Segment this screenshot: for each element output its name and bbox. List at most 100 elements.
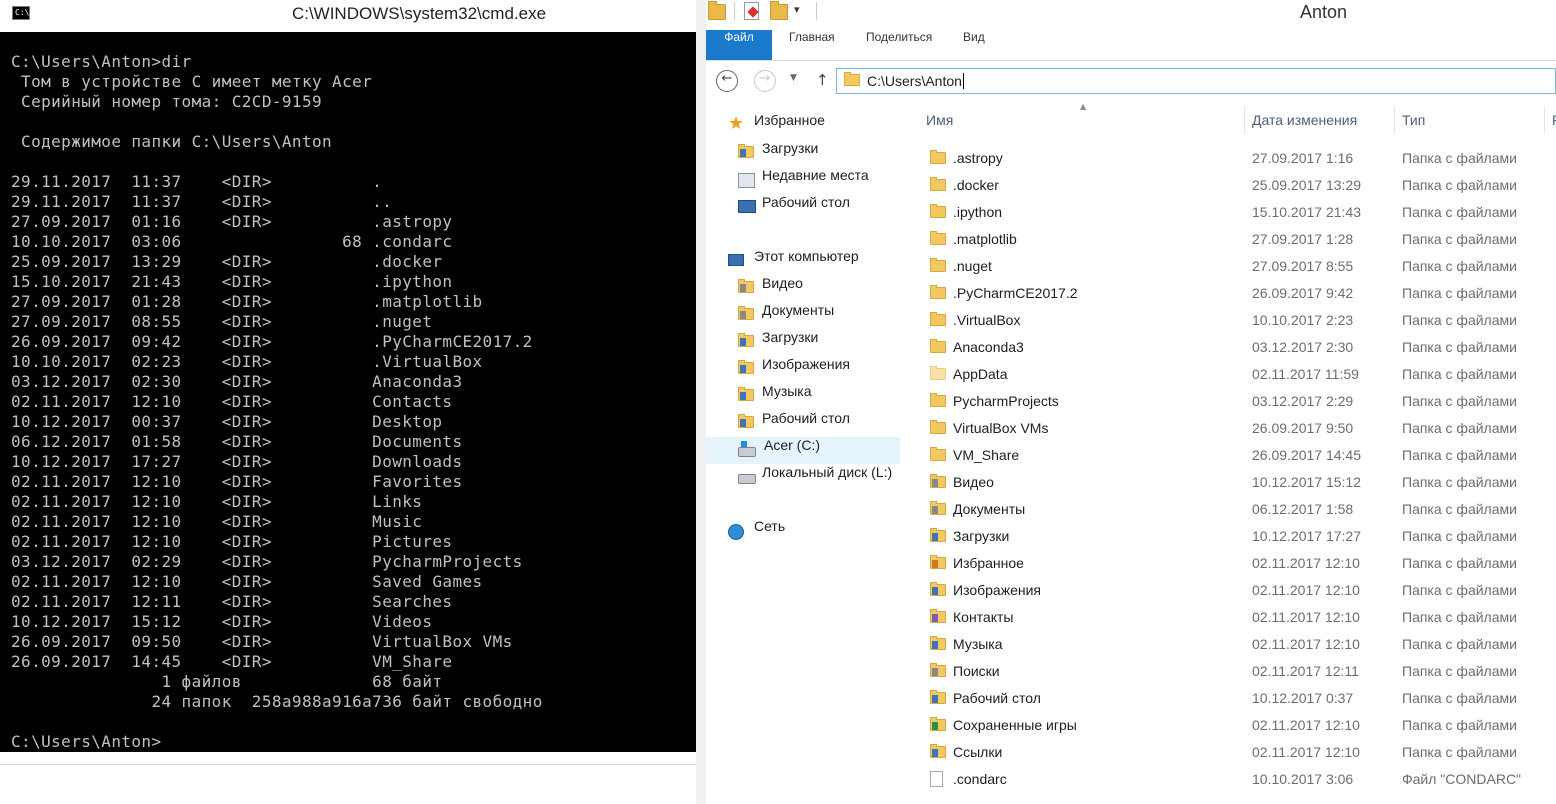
file-row[interactable]: PycharmProjects 03.12.2017 2:29 Папка с фа… <box>912 388 1556 415</box>
column-header-size[interactable]: Р <box>1552 112 1556 138</box>
videos-folder-icon <box>738 279 754 293</box>
file-date-modified: 27.09.2017 1:16 <box>1252 150 1354 166</box>
file-row[interactable]: Музыка 02.11.2017 12:10 Папка с файлами <box>912 631 1556 658</box>
tab-file[interactable]: Файл <box>706 30 772 60</box>
cmd-titlebar[interactable]: C:\ C:\WINDOWS\system32\cmd.exe <box>0 0 698 30</box>
folder-icon <box>930 285 946 299</box>
file-row[interactable]: AppData 02.11.2017 11:59 Папка с файлами <box>912 361 1556 388</box>
folder-icon <box>930 447 946 461</box>
file-row[interactable]: .matplotlib 27.09.2017 1:28 Папка с файлам… <box>912 226 1556 253</box>
special-folder-icon <box>930 690 946 704</box>
file-row[interactable]: .condarc 10.10.2017 3:06 Файл "CONDARC" <box>912 766 1556 793</box>
file-name: .matplotlib <box>953 231 1017 247</box>
file-type: Папка с файлами <box>1402 285 1517 301</box>
file-row[interactable]: Видео 10.12.2017 15:12 Папка с файлами <box>912 469 1556 496</box>
file-row[interactable]: .astropy 27.09.2017 1:16 Папка с файлами <box>912 145 1556 172</box>
file-name: Музыка <box>953 636 1003 652</box>
file-date-modified: 10.12.2017 17:27 <box>1252 528 1361 544</box>
file-row[interactable]: Ссылки 02.11.2017 12:10 Папка с файлами <box>912 739 1556 766</box>
file-name: VM_Share <box>953 447 1020 463</box>
file-list: ▲ Имя Дата изменения Тип Р .astropy 27.09… <box>912 102 1556 804</box>
file-type: Папка с файлами <box>1402 420 1517 436</box>
nav-drive-c[interactable]: Acer (C:) <box>706 437 900 464</box>
properties-icon[interactable] <box>744 2 759 20</box>
console-line: 27.09.2017 01:16 <DIR> .astropy <box>11 212 453 231</box>
file-row[interactable]: Рабочий стол 10.12.2017 0:37 Папка с файла… <box>912 685 1556 712</box>
file-name: Видео <box>953 474 994 490</box>
back-arrow-icon[interactable]: ← <box>716 70 738 92</box>
file-row[interactable]: .docker 25.09.2017 13:29 Папка с файлами <box>912 172 1556 199</box>
tab-view[interactable]: Вид <box>963 30 985 60</box>
up-arrow-icon[interactable]: ↑ <box>816 71 829 89</box>
file-date-modified: 02.11.2017 12:10 <box>1252 582 1360 598</box>
address-bar-row: ← → ▼ ↑ C:\Users\Anton <box>706 62 1556 100</box>
column-header-date[interactable]: Дата изменения <box>1252 112 1357 138</box>
column-header-type[interactable]: Тип <box>1402 112 1425 138</box>
cmd-console-output[interactable]: C:\Users\Anton>dir Том в устройстве C им… <box>0 32 696 752</box>
file-type: Файл "CONDARC" <box>1402 771 1522 787</box>
file-type: Папка с файлами <box>1402 501 1517 517</box>
file-row[interactable]: .PyCharmCE2017.2 26.09.2017 9:42 Папка с ф… <box>912 280 1556 307</box>
file-row[interactable]: Документы 06.12.2017 1:58 Папка с файлами <box>912 496 1556 523</box>
console-line: 03.12.2017 02:29 <DIR> PycharmProjects <box>11 552 523 571</box>
column-separator[interactable] <box>1544 106 1545 134</box>
file-type: Папка с файлами <box>1402 690 1517 706</box>
folder-icon <box>930 420 946 434</box>
drive-c-icon <box>738 441 756 457</box>
sort-ascending-caret-icon: ▲ <box>1080 102 1087 111</box>
file-type: Папка с файлами <box>1402 717 1517 733</box>
file-name: Рабочий стол <box>953 690 1041 706</box>
file-type: Папка с файлами <box>1402 393 1517 409</box>
file-type: Папка с файлами <box>1402 366 1517 382</box>
new-folder-icon[interactable] <box>770 1 788 20</box>
special-folder-icon <box>930 717 946 731</box>
folder-icon <box>930 339 946 353</box>
file-type: Папка с файлами <box>1402 744 1517 760</box>
explorer-window-title: Anton <box>1300 2 1348 22</box>
special-folder-icon <box>930 636 946 650</box>
address-text[interactable]: C:\Users\Anton <box>867 73 964 89</box>
file-name: .VirtualBox <box>953 312 1021 328</box>
file-date-modified: 06.12.2017 1:58 <box>1252 501 1354 517</box>
file-date-modified: 03.12.2017 2:30 <box>1252 339 1354 355</box>
file-name: .PyCharmCE2017.2 <box>953 285 1078 301</box>
file-date-modified: 02.11.2017 12:10 <box>1252 744 1360 760</box>
file-name: Anaconda3 <box>953 339 1024 355</box>
file-row[interactable]: VM_Share 26.09.2017 14:45 Папка с файлами <box>912 442 1556 469</box>
file-type: Папка с файлами <box>1402 231 1517 247</box>
file-date-modified: 27.09.2017 1:28 <box>1252 231 1354 247</box>
file-row[interactable]: Сохраненные игры 02.11.2017 12:10 Папка с … <box>912 712 1556 739</box>
folder-icon <box>930 393 946 407</box>
special-folder-icon <box>930 528 946 542</box>
address-field[interactable]: C:\Users\Anton <box>836 68 1556 94</box>
file-type: Папка с файлами <box>1402 204 1517 220</box>
tab-home[interactable]: Главная <box>789 30 835 60</box>
file-row[interactable]: Загрузки 10.12.2017 17:27 Папка с файлами <box>912 523 1556 550</box>
column-header-name[interactable]: Имя <box>926 112 953 138</box>
special-folder-icon <box>930 663 946 677</box>
console-line: 24 папок 258a988a916a736 байт свободно <box>11 692 543 711</box>
file-row[interactable]: .ipython 15.10.2017 21:43 Папка с файлами <box>912 199 1556 226</box>
file-row[interactable]: Anaconda3 03.12.2017 2:30 Папка с файлами <box>912 334 1556 361</box>
file-row[interactable]: VirtualBox VMs 26.09.2017 9:50 Папка с фай… <box>912 415 1556 442</box>
console-line: 27.09.2017 01:28 <DIR> .matplotlib <box>11 292 483 311</box>
file-row[interactable]: Поиски 02.11.2017 12:11 Папка с файлами <box>912 658 1556 685</box>
explorer-window: ▾ Anton Файл Главная Поделиться Вид ← → … <box>706 0 1556 804</box>
recent-locations-chevron-icon[interactable]: ▼ <box>790 73 797 83</box>
file-row[interactable]: Избранное 02.11.2017 12:10 Папка с файлами <box>912 550 1556 577</box>
forward-arrow-icon[interactable]: → <box>754 70 776 92</box>
file-type: Папка с файлами <box>1402 609 1517 625</box>
tab-share[interactable]: Поделиться <box>866 30 932 60</box>
toolbar-separator <box>734 2 735 20</box>
file-date-modified: 25.09.2017 13:29 <box>1252 177 1361 193</box>
console-line: 02.11.2017 12:11 <DIR> Searches <box>11 592 453 611</box>
folder-icon <box>930 231 946 245</box>
toolbar-separator <box>816 2 817 20</box>
customize-toolbar-dropdown-icon[interactable]: ▾ <box>794 3 800 16</box>
column-separator[interactable] <box>1244 106 1245 134</box>
file-row[interactable]: Контакты 02.11.2017 12:10 Папка с файлами <box>912 604 1556 631</box>
file-row[interactable]: Изображения 02.11.2017 12:10 Папка с файла… <box>912 577 1556 604</box>
file-row[interactable]: .nuget 27.09.2017 8:55 Папка с файлами <box>912 253 1556 280</box>
file-row[interactable]: .VirtualBox 10.10.2017 2:23 Папка с файлам… <box>912 307 1556 334</box>
column-separator[interactable] <box>1394 106 1395 134</box>
